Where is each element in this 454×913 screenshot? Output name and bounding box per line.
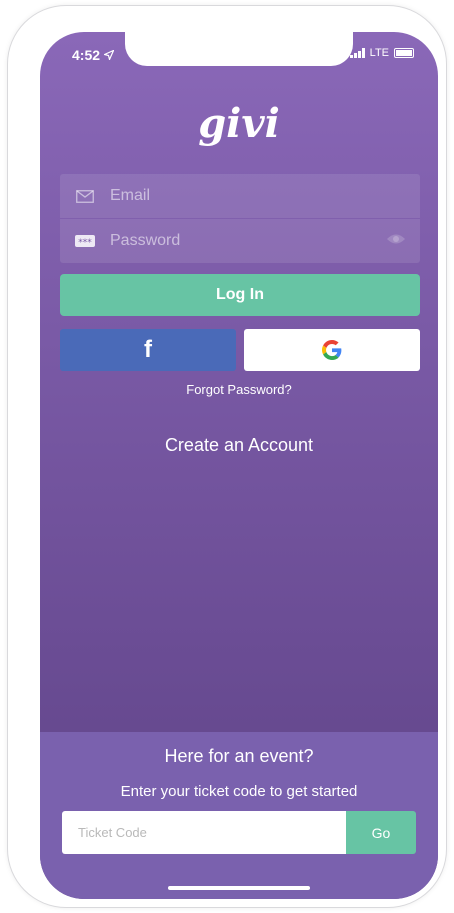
home-indicator[interactable] xyxy=(168,886,310,890)
event-title: Here for an event? xyxy=(164,746,314,766)
envelope-icon xyxy=(74,189,96,203)
app-screen: 4:52 LTE givi Email *** Log In f Forgot … xyxy=(40,32,438,899)
password-input[interactable] xyxy=(110,232,370,250)
forgot-password-link[interactable]: Forgot Password? xyxy=(40,382,438,397)
svg-text:***: *** xyxy=(78,238,92,247)
go-button[interactable]: Go xyxy=(346,811,416,854)
status-time-text: 4:52 xyxy=(72,47,101,63)
password-field[interactable]: *** xyxy=(60,219,420,263)
event-panel: Here for an event? Enter your ticket cod… xyxy=(40,732,438,899)
google-login-button[interactable] xyxy=(244,329,420,371)
battery-icon xyxy=(394,48,414,58)
eye-icon[interactable] xyxy=(386,232,406,251)
phone-frame: 4:52 LTE givi Email *** Log In f Forgot … xyxy=(8,6,446,907)
login-button[interactable]: Log In xyxy=(60,274,420,316)
email-field[interactable] xyxy=(60,174,420,218)
app-logo: givi xyxy=(198,100,280,147)
status-indicators: LTE xyxy=(349,47,414,59)
status-time: 4:52 xyxy=(72,47,115,63)
password-dots-icon: *** xyxy=(74,235,96,247)
create-account-link[interactable]: Create an Account xyxy=(40,435,438,456)
location-arrow-icon xyxy=(104,50,115,60)
facebook-icon: f xyxy=(144,336,152,363)
ticket-code-input[interactable] xyxy=(62,811,346,854)
email-input[interactable] xyxy=(110,187,370,205)
signal-icon xyxy=(349,48,365,58)
network-label: LTE xyxy=(369,47,389,59)
device-notch xyxy=(125,32,353,66)
facebook-login-button[interactable]: f xyxy=(60,329,236,371)
event-subtitle: Enter your ticket code to get started xyxy=(120,783,358,800)
google-icon xyxy=(322,340,342,360)
